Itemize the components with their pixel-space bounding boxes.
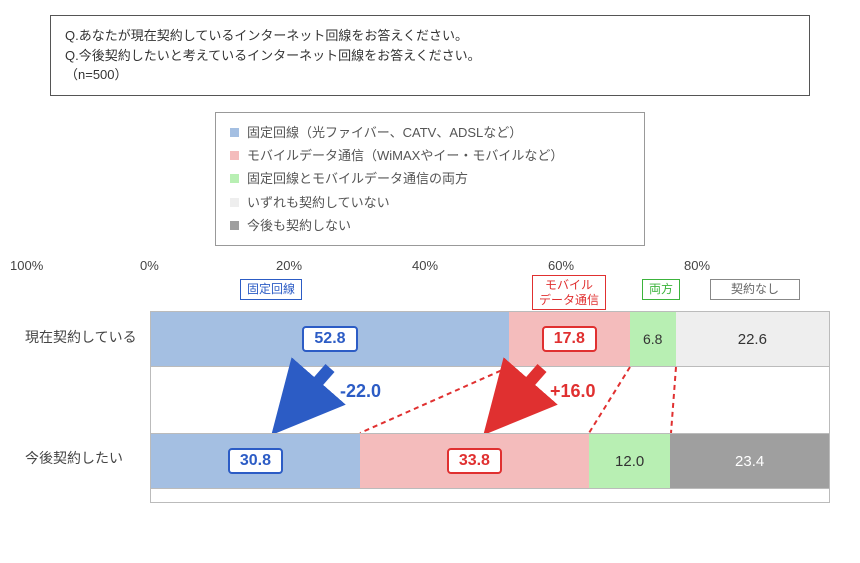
legend-swatch [230, 174, 239, 183]
val-future-none: 23.4 [735, 453, 764, 470]
seg-future-fixed: 30.8 [151, 434, 360, 488]
val-current-fixed: 52.8 [302, 326, 357, 352]
legend-item: 今後も契約しない [230, 214, 630, 237]
plot-bottom-border [150, 489, 830, 503]
legend-label: いずれも契約していない [247, 191, 390, 214]
legend-label: 固定回線（光ファイバー、CATV、ADSLなど） [247, 121, 522, 144]
val-current-both: 6.8 [643, 331, 662, 347]
legend-item: モバイルデータ通信（WiMAXやイー・モバイルなど） [230, 144, 630, 167]
legend-swatch [230, 198, 239, 207]
legend-item: 固定回線（光ファイバー、CATV、ADSLなど） [230, 121, 630, 144]
x-axis: 0% 20% 40% 60% 80% 100% [150, 258, 830, 273]
seg-future-none: 23.4 [670, 434, 829, 488]
delta-fixed: -22.0 [340, 381, 381, 402]
bar-current: 52.8 17.8 6.8 22.6 [150, 311, 830, 367]
legend-item: 固定回線とモバイルデータ通信の両方 [230, 167, 630, 190]
seg-current-none: 22.6 [676, 312, 829, 366]
seg-future-mobile: 33.8 [360, 434, 589, 488]
plot-area: 固定回線 モバイル データ通信 両方 契約なし 現在契約している 52.8 17… [150, 273, 830, 513]
val-current-none: 22.6 [738, 331, 767, 348]
connector-lines [150, 367, 830, 433]
annot-mobile: モバイル データ通信 [532, 275, 606, 310]
annot-none: 契約なし [710, 279, 800, 299]
question-line1: Q.あなたが現在契約しているインターネット回線をお答えください。 [65, 26, 795, 46]
chart: 0% 20% 40% 60% 80% 100% 固定回線 モバイル データ通信 … [20, 258, 830, 513]
row-label-current: 現在契約している [25, 327, 145, 347]
seg-future-both: 12.0 [589, 434, 670, 488]
legend-swatch [230, 128, 239, 137]
legend-label: 今後も契約しない [247, 214, 351, 237]
question-box: Q.あなたが現在契約しているインターネット回線をお答えください。 Q.今後契約し… [50, 15, 810, 96]
legend-item: いずれも契約していない [230, 191, 630, 214]
delta-mobile: +16.0 [550, 381, 596, 402]
annot-both: 両方 [642, 279, 680, 299]
legend-swatch [230, 151, 239, 160]
val-future-fixed: 30.8 [228, 448, 283, 474]
bar-future: 30.8 33.8 12.0 23.4 [150, 433, 830, 489]
seg-current-fixed: 52.8 [151, 312, 509, 366]
annot-fixed: 固定回線 [240, 279, 302, 299]
val-future-mobile: 33.8 [447, 448, 502, 474]
val-current-mobile: 17.8 [542, 326, 597, 352]
question-n: （n=500） [65, 65, 795, 85]
val-future-both: 12.0 [615, 453, 644, 470]
legend-swatch [230, 221, 239, 230]
legend-label: モバイルデータ通信（WiMAXやイー・モバイルなど） [247, 144, 563, 167]
legend: 固定回線（光ファイバー、CATV、ADSLなど） モバイルデータ通信（WiMAX… [215, 112, 645, 247]
axis-tick: 100% [10, 258, 848, 273]
row-label-future: 今後契約したい [25, 448, 145, 468]
seg-current-both: 6.8 [630, 312, 676, 366]
question-line2: Q.今後契約したいと考えているインターネット回線をお答えください。 [65, 46, 795, 66]
legend-label: 固定回線とモバイルデータ通信の両方 [247, 167, 468, 190]
seg-current-mobile: 17.8 [509, 312, 630, 366]
